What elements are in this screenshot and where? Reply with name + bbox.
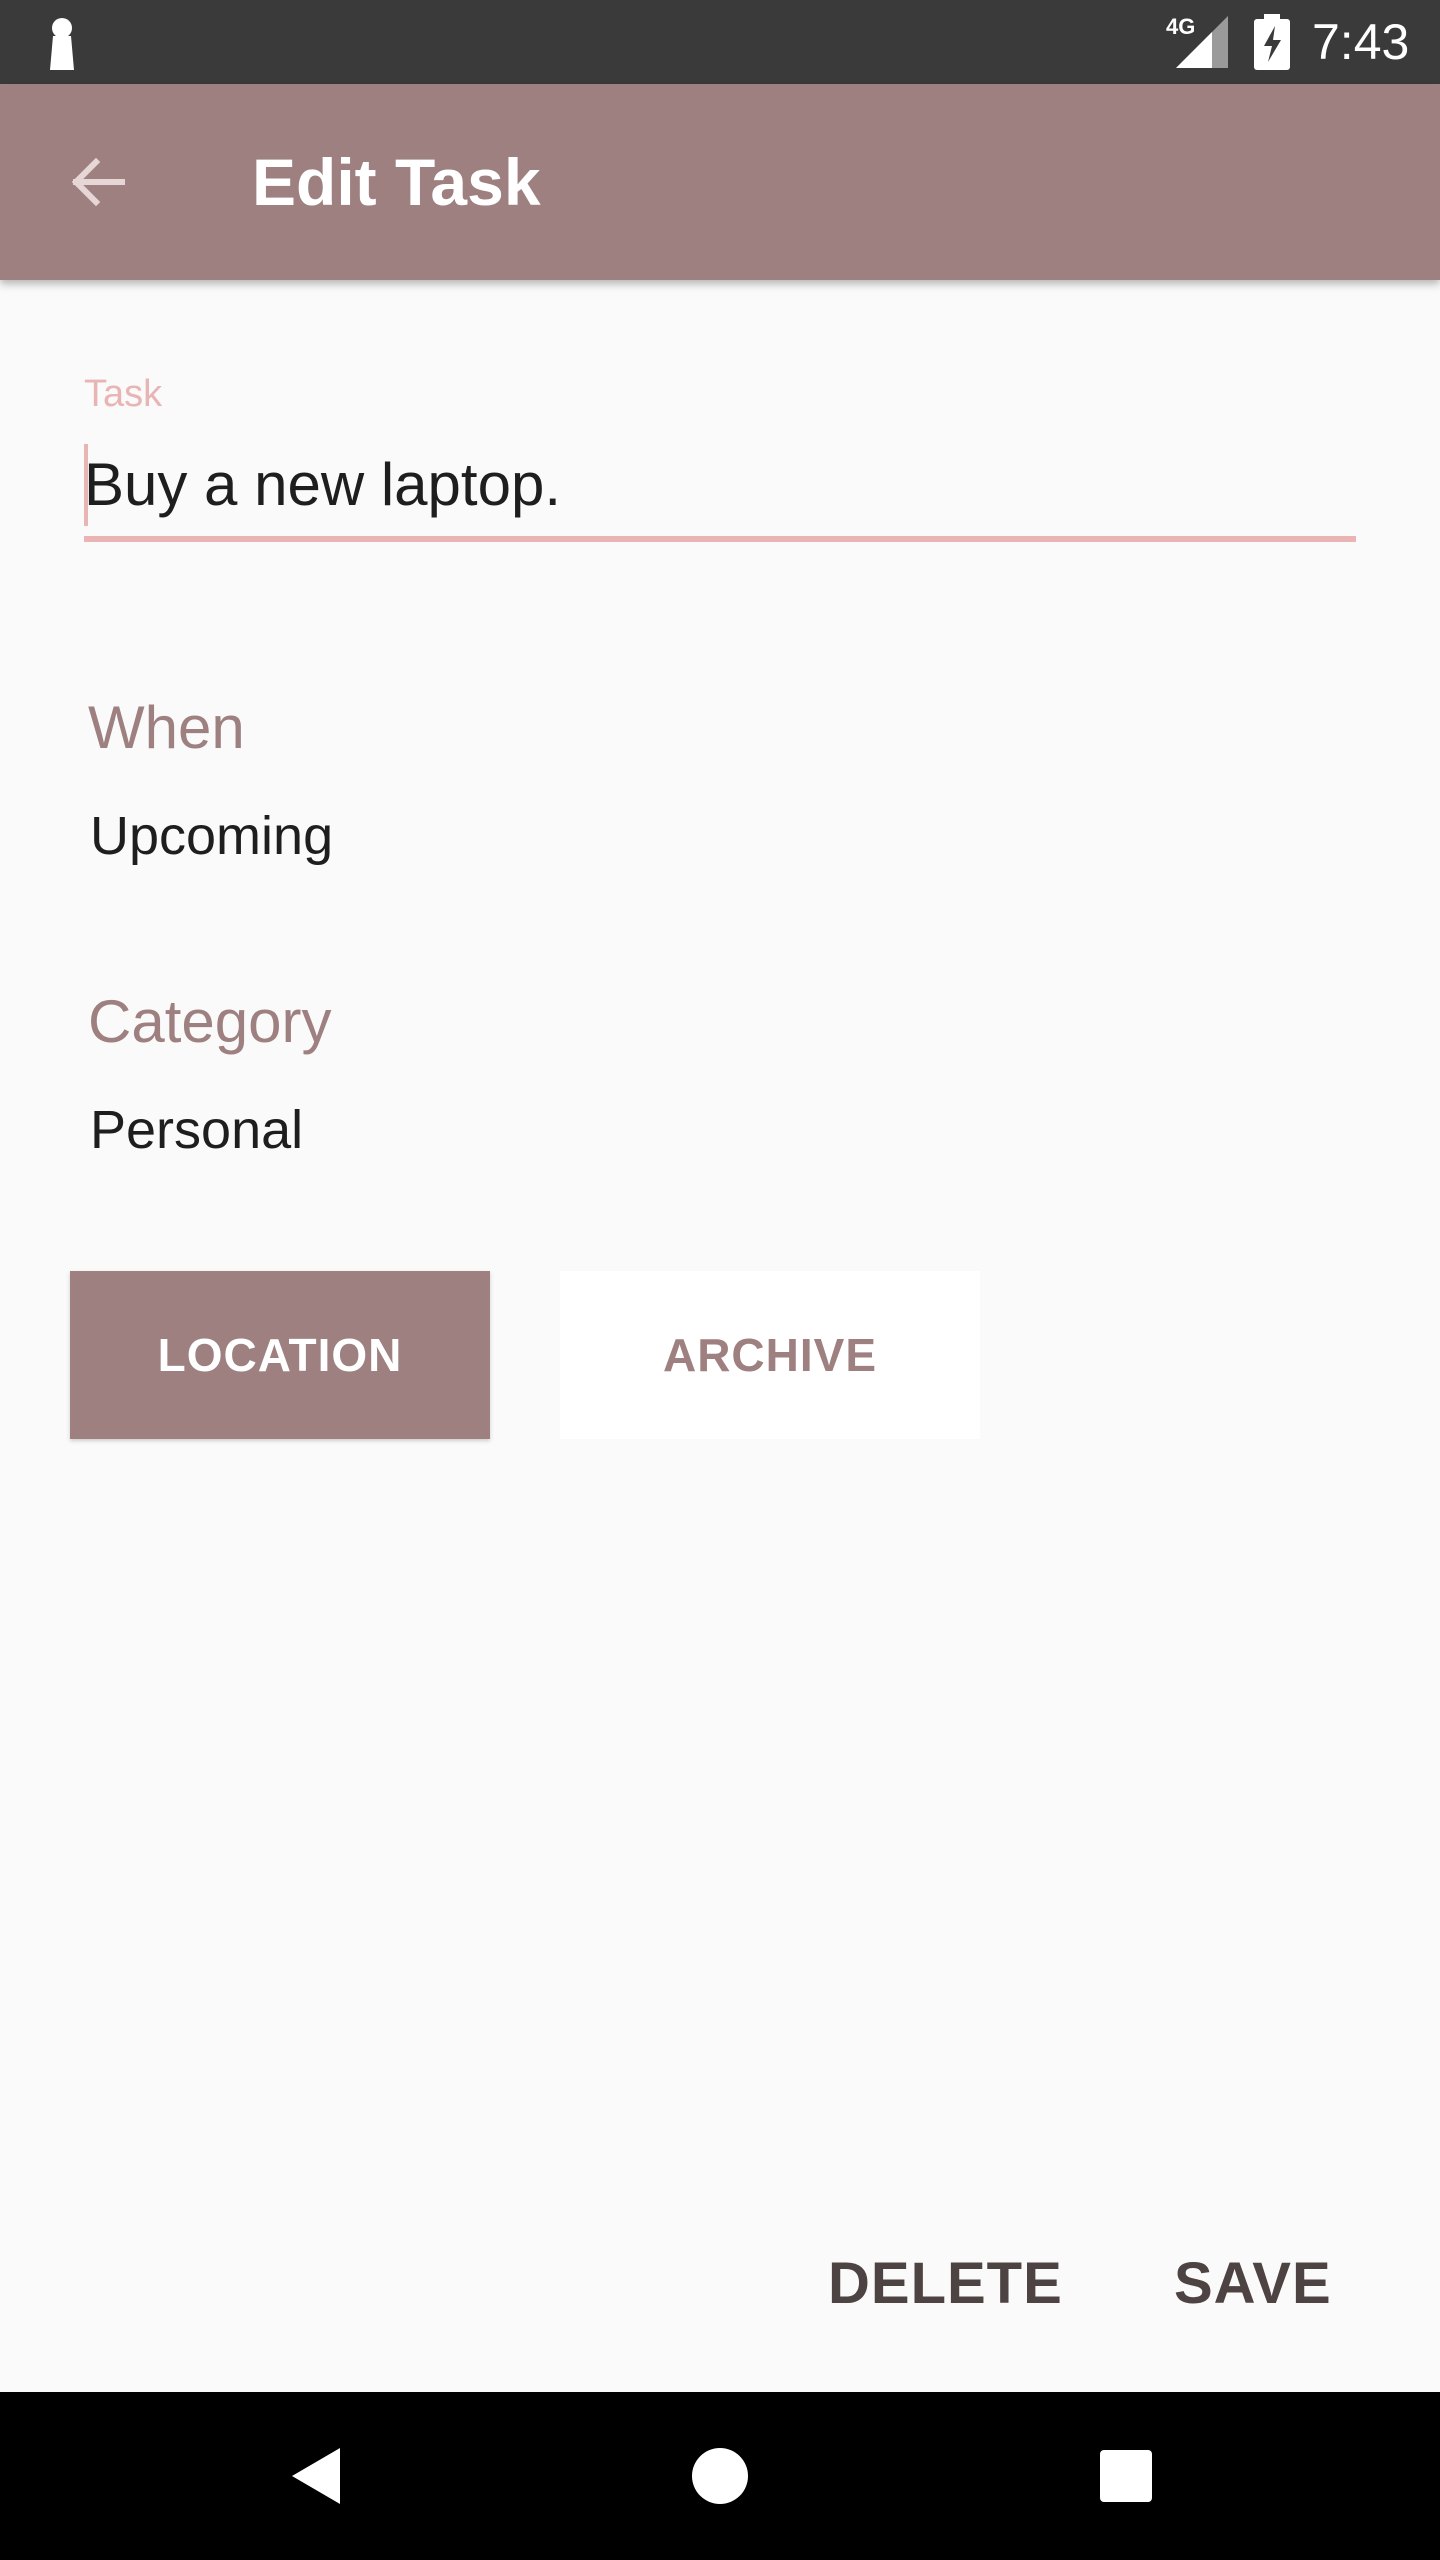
nav-back-button[interactable] bbox=[266, 2426, 366, 2526]
home-circle-icon bbox=[692, 2448, 748, 2504]
keyhole-icon bbox=[50, 18, 74, 70]
back-button[interactable] bbox=[50, 134, 146, 230]
signal-icon bbox=[1176, 16, 1228, 68]
nav-recents-button[interactable] bbox=[1076, 2426, 1176, 2526]
app-bar: Edit Task bbox=[0, 84, 1440, 280]
arrow-back-icon bbox=[71, 157, 125, 207]
task-field-label: Task bbox=[84, 373, 163, 415]
battery-charging-icon bbox=[1254, 14, 1290, 70]
nav-home-button[interactable] bbox=[670, 2426, 770, 2526]
page-title: Edit Task bbox=[252, 145, 541, 219]
status-clock: 7:43 bbox=[1312, 14, 1410, 70]
delete-button[interactable]: DELETE bbox=[828, 2236, 1063, 2332]
task-field: Task bbox=[84, 370, 1356, 550]
system-nav-bar bbox=[0, 2392, 1440, 2560]
task-input[interactable] bbox=[84, 436, 1356, 532]
when-label: When bbox=[88, 694, 245, 761]
when-value[interactable]: Upcoming bbox=[90, 802, 333, 870]
text-cursor bbox=[84, 444, 88, 526]
location-button[interactable]: LOCATION bbox=[70, 1271, 490, 1439]
category-label: Category bbox=[88, 988, 332, 1055]
recents-square-icon bbox=[1100, 2450, 1152, 2502]
status-bar: 4G 7:43 bbox=[0, 0, 1440, 84]
category-value[interactable]: Personal bbox=[90, 1096, 303, 1164]
archive-button[interactable]: ARCHIVE bbox=[560, 1271, 980, 1439]
save-button[interactable]: SAVE bbox=[1174, 2236, 1332, 2332]
back-triangle-icon bbox=[292, 2448, 340, 2504]
task-field-underline bbox=[84, 536, 1356, 542]
